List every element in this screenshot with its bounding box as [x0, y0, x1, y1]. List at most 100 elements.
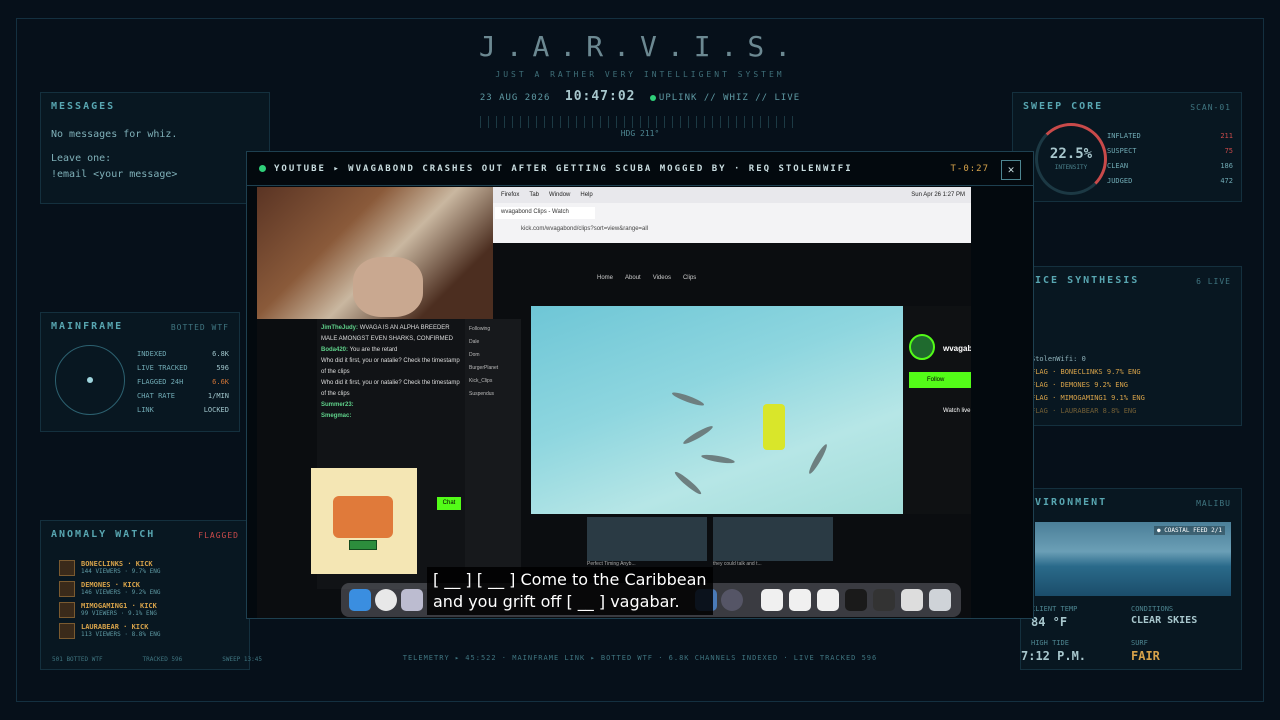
chat-send-button[interactable]: Chat: [437, 497, 461, 510]
intensity-gauge: 22.5% INTENSITY: [1035, 123, 1107, 195]
live-dot-icon: [259, 165, 266, 172]
chat-message: Who did it first, you or natalie? Check …: [321, 380, 460, 397]
window-thumb-icon[interactable]: [845, 589, 867, 611]
log-line: StolenWifi: 0: [1031, 355, 1086, 363]
channel-avatar: [59, 559, 75, 576]
temp-value: 84 °F: [1031, 615, 1068, 629]
stat-row: INDEXED 6.8K: [137, 350, 229, 358]
channel-avatar: [59, 601, 75, 618]
window-thumb-icon[interactable]: [761, 589, 783, 611]
video-player[interactable]: Firefox Tab Window Help Sun Apr 26 1:27 …: [257, 187, 971, 618]
sweep-tag: SCAN-01: [1190, 103, 1231, 112]
messages-line: No messages for whiz.: [51, 129, 178, 140]
following-item[interactable]: Dale: [469, 336, 517, 349]
menu-item[interactable]: Help: [580, 192, 592, 198]
shark-clip[interactable]: [531, 306, 903, 514]
mainframe-stats: INDEXED 6.8K LIVE TRACKED 596 FLAGGED 24H 6…: [137, 347, 229, 417]
mainframe-tag: BOTTED WTF: [170, 323, 229, 332]
diver: [763, 404, 785, 450]
anomaly-item[interactable]: LAURABEAR · KICK 113 VIEWERS · 8.8% ENG: [59, 620, 160, 641]
webcam-feed: [257, 187, 493, 319]
anomaly-item[interactable]: DEMONES · KICK 146 VIEWERS · 9.2% ENG: [59, 578, 160, 599]
watch-live-link[interactable]: Watch live: [943, 408, 970, 414]
anomaly-item[interactable]: BONECLINKS · KICK 144 VIEWERS · 9.7% ENG: [59, 557, 160, 578]
channel-name: wvagab: [943, 344, 971, 353]
address-bar[interactable]: kick.com/wvagabond/clips?sort=view&range…: [521, 226, 648, 232]
stat-row: LIVE TRACKED 596: [137, 364, 229, 372]
log-line: FLAG · LAURABEAR 8.8% ENG: [1031, 407, 1137, 415]
chat-message: Smegmac:: [321, 413, 352, 419]
stat-row: INFLATED 211: [1107, 132, 1233, 140]
channel-nav: Home About Videos Clips: [597, 275, 696, 281]
uplink-status: UPLINK // WHIZ // LIVE: [658, 93, 801, 103]
stat-row: CLEAN 186: [1107, 162, 1233, 170]
close-button[interactable]: ✕: [1001, 160, 1021, 180]
hud-subtitle: JUST A RATHER VERY INTELLIGENT SYSTEM: [495, 70, 785, 79]
nav-item[interactable]: About: [625, 275, 641, 281]
follow-button[interactable]: Follow: [909, 372, 971, 388]
nav-item[interactable]: Home: [597, 275, 613, 281]
menu-item[interactable]: Window: [549, 192, 570, 198]
anomaly-item[interactable]: MIMOGAMING1 · KICK 99 VIEWERS · 9.1% ENG: [59, 599, 160, 620]
messages-panel: MESSAGES No messages for whiz. Leave one…: [40, 92, 270, 204]
temp-label: CLIENT TEMP: [1031, 605, 1078, 613]
modal-title-bar: YOUTUBE ▸ WVAGABOND CRASHES OUT AFTER GE…: [247, 152, 1033, 186]
telemetry-footer: TELEMETRY ▸ 45:522 · MAINFRAME LINK ▸ BO…: [402, 654, 878, 662]
shark: [681, 423, 715, 447]
channel-avatar: [59, 580, 75, 597]
date-label: 23 AUG 2026: [479, 93, 551, 103]
stat-row: CHAT RATE 1/MIN: [137, 392, 229, 400]
intensity-percent: 22.5%: [1049, 146, 1093, 162]
hud-title: J.A.R.V.I.S.: [478, 30, 802, 63]
sweep-core-panel: SWEEP CORE SCAN-01 22.5% INTENSITY INFLA…: [1012, 92, 1242, 202]
nav-item[interactable]: Clips: [683, 275, 696, 281]
anomaly-title: ANOMALY WATCH: [51, 529, 156, 540]
channel-avatar: [59, 622, 75, 639]
following-sidebar: Following Dale Dom BurgerPlanet Kick_Cli…: [465, 319, 521, 589]
shark: [806, 442, 830, 476]
log-line: FLAG · DEMONES 9.2% ENG: [1031, 381, 1128, 389]
following-item[interactable]: Dom: [469, 349, 517, 362]
menu-item[interactable]: Tab: [529, 192, 539, 198]
browser-tab[interactable]: wvagabond Clips - Watch: [495, 207, 595, 219]
voice-synthesis-panel: ICE SYNTHESIS 6 LIVE StolenWifi: 0 FLAG …: [1020, 266, 1242, 426]
following-item[interactable]: Kick_Clips: [469, 375, 517, 388]
environment-panel: VIRONMENT MALIBU ● COASTAL FEED 2/1 CLIE…: [1020, 488, 1242, 670]
voice-tag: 6 LIVE: [1196, 277, 1231, 286]
window-thumb-icon[interactable]: [873, 589, 895, 611]
chat-message: Boda420: You are the retard: [321, 347, 398, 353]
launchpad-icon[interactable]: [401, 589, 423, 611]
clip-thumb[interactable]: they could talk and t...: [713, 517, 833, 567]
environment-tag: MALIBU: [1196, 499, 1231, 508]
channel-avatar: [909, 334, 935, 360]
following-item[interactable]: BurgerPlanet: [469, 362, 517, 375]
stat-row: JUDGED 472: [1107, 177, 1233, 185]
following-item[interactable]: Suspendus: [469, 388, 517, 401]
mac-menubar: Firefox Tab Window Help Sun Apr 26 1:27 …: [493, 187, 971, 203]
log-line: FLAG · BONECLINKS 9.7% ENG: [1031, 368, 1141, 376]
nav-item[interactable]: Videos: [653, 275, 671, 281]
window-thumb-icon[interactable]: [817, 589, 839, 611]
sweep-stats: INFLATED 211 SUSPECT 75 CLEAN 186 JUDGED 472: [1107, 129, 1233, 189]
voice-title: ICE SYNTHESIS: [1035, 275, 1140, 286]
chrome-icon[interactable]: [375, 589, 397, 611]
window-thumb-icon[interactable]: [789, 589, 811, 611]
window-thumb-icon[interactable]: [901, 589, 923, 611]
stat-row: LINK LOCKED: [137, 406, 229, 414]
chat-message: Summer23:: [321, 402, 354, 408]
conditions-label: CONDITIONS: [1131, 605, 1174, 613]
environment-title: VIRONMENT: [1035, 497, 1108, 508]
streamer-head: [353, 257, 423, 317]
caption-line: and you grift off [ __ ] vagabar.: [433, 592, 680, 611]
menu-item[interactable]: Firefox: [501, 192, 519, 198]
stat-row: SUSPECT 75: [1107, 147, 1233, 155]
emote-sticker: [311, 468, 417, 574]
trash-icon[interactable]: [929, 589, 951, 611]
emote-badge: [349, 540, 377, 550]
log-line: FLAG · MIMOGAMING1 9.1% ENG: [1031, 394, 1145, 402]
finder-icon[interactable]: [349, 589, 371, 611]
modal-timer: T-0:27: [950, 164, 989, 174]
obs-icon[interactable]: [721, 589, 743, 611]
clip-thumb[interactable]: Perfect Timing Anyb...: [587, 517, 707, 567]
conditions-value: CLEAR SKIES: [1131, 615, 1198, 626]
